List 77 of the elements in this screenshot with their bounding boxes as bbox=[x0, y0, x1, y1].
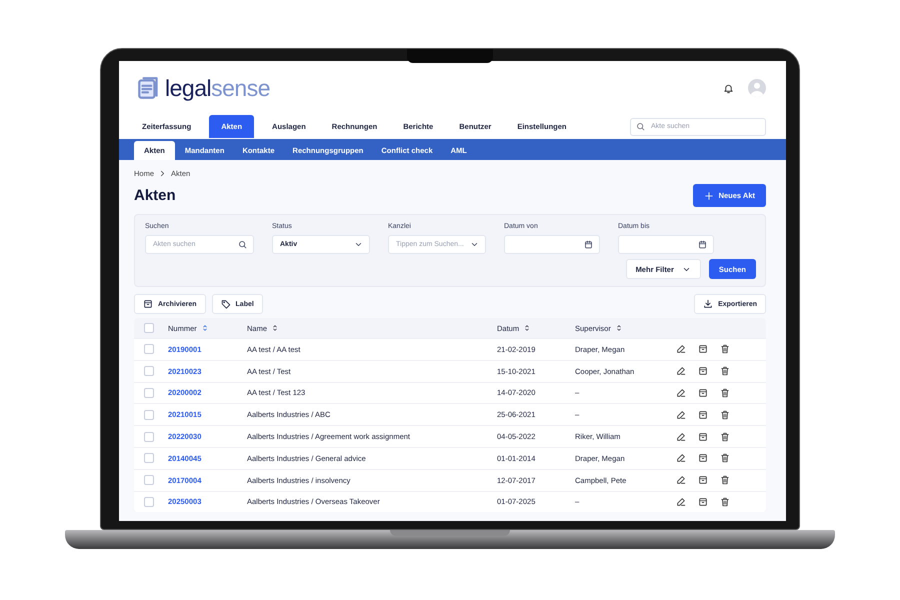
chevron-down-icon bbox=[470, 240, 479, 249]
calendar-icon bbox=[698, 240, 707, 249]
delete-button[interactable] bbox=[720, 432, 730, 442]
date-field[interactable] bbox=[618, 235, 714, 254]
archive-box-icon bbox=[698, 496, 708, 507]
pencil-icon bbox=[676, 496, 686, 507]
logo-text: legalsense bbox=[165, 76, 270, 100]
delete-button[interactable] bbox=[720, 475, 730, 486]
archive-button[interactable] bbox=[698, 410, 708, 420]
archive-button[interactable] bbox=[698, 432, 708, 442]
trash-icon bbox=[720, 388, 730, 398]
archive-box-icon bbox=[698, 475, 708, 486]
delete-button[interactable] bbox=[720, 366, 730, 376]
sort-icon bbox=[523, 324, 532, 332]
calendar-icon bbox=[584, 240, 593, 249]
edit-button[interactable] bbox=[676, 475, 686, 486]
edit-button[interactable] bbox=[676, 432, 686, 442]
checkbox[interactable] bbox=[144, 475, 154, 486]
checkbox[interactable] bbox=[144, 344, 154, 354]
archive-button[interactable] bbox=[698, 366, 708, 376]
pencil-icon bbox=[676, 388, 686, 398]
plus-icon bbox=[704, 190, 714, 200]
archive-box-icon bbox=[698, 432, 708, 442]
trash-icon bbox=[720, 344, 730, 354]
checkbox[interactable] bbox=[144, 366, 154, 376]
archive-box-icon bbox=[698, 410, 708, 420]
archive-box-icon bbox=[698, 388, 708, 398]
trash-icon bbox=[720, 410, 730, 420]
search-icon bbox=[238, 240, 247, 249]
checkbox[interactable] bbox=[144, 453, 154, 464]
checkbox[interactable] bbox=[144, 410, 154, 420]
trash-icon bbox=[720, 496, 730, 507]
checkbox[interactable] bbox=[144, 432, 154, 442]
archive-button[interactable] bbox=[698, 496, 708, 507]
search-icon bbox=[636, 122, 645, 131]
trash-icon bbox=[720, 453, 730, 464]
delete-button[interactable] bbox=[720, 410, 730, 420]
chevron-down-icon bbox=[354, 240, 363, 249]
archive-button[interactable] bbox=[698, 388, 708, 398]
edit-button[interactable] bbox=[676, 344, 686, 354]
delete-button[interactable] bbox=[720, 388, 730, 398]
archive-button[interactable] bbox=[698, 475, 708, 486]
trash-icon bbox=[720, 475, 730, 486]
delete-button[interactable] bbox=[720, 496, 730, 507]
checkbox[interactable] bbox=[144, 388, 154, 398]
sort-icon bbox=[200, 324, 209, 332]
checkbox[interactable] bbox=[144, 496, 154, 507]
trash-icon bbox=[720, 366, 730, 376]
archive-button[interactable] bbox=[698, 344, 708, 354]
pencil-icon bbox=[676, 432, 686, 442]
download-icon bbox=[703, 299, 714, 309]
archive-box-icon bbox=[698, 344, 708, 354]
edit-button[interactable] bbox=[676, 453, 686, 464]
pencil-icon bbox=[676, 475, 686, 486]
archive-button[interactable] bbox=[698, 453, 708, 464]
pencil-icon bbox=[676, 366, 686, 376]
sort-icon bbox=[614, 324, 623, 332]
edit-button[interactable] bbox=[676, 366, 686, 376]
edit-button[interactable] bbox=[676, 388, 686, 398]
page-title: Akten bbox=[134, 187, 176, 204]
archive-box-icon bbox=[698, 453, 708, 464]
archive-box-icon bbox=[143, 299, 153, 309]
archive-box-icon bbox=[698, 366, 708, 376]
bell-icon bbox=[723, 82, 734, 94]
edit-button[interactable] bbox=[676, 496, 686, 507]
sort-icon bbox=[271, 324, 280, 332]
trash-icon bbox=[720, 432, 730, 442]
pencil-icon bbox=[676, 410, 686, 420]
tag-icon bbox=[220, 299, 231, 309]
checkbox[interactable] bbox=[144, 323, 154, 333]
delete-button[interactable] bbox=[720, 344, 730, 354]
pencil-icon bbox=[676, 344, 686, 354]
edit-button[interactable] bbox=[676, 410, 686, 420]
delete-button[interactable] bbox=[720, 453, 730, 464]
date-field[interactable] bbox=[504, 235, 600, 254]
pencil-icon bbox=[676, 453, 686, 464]
notifications-button[interactable] bbox=[723, 82, 734, 94]
